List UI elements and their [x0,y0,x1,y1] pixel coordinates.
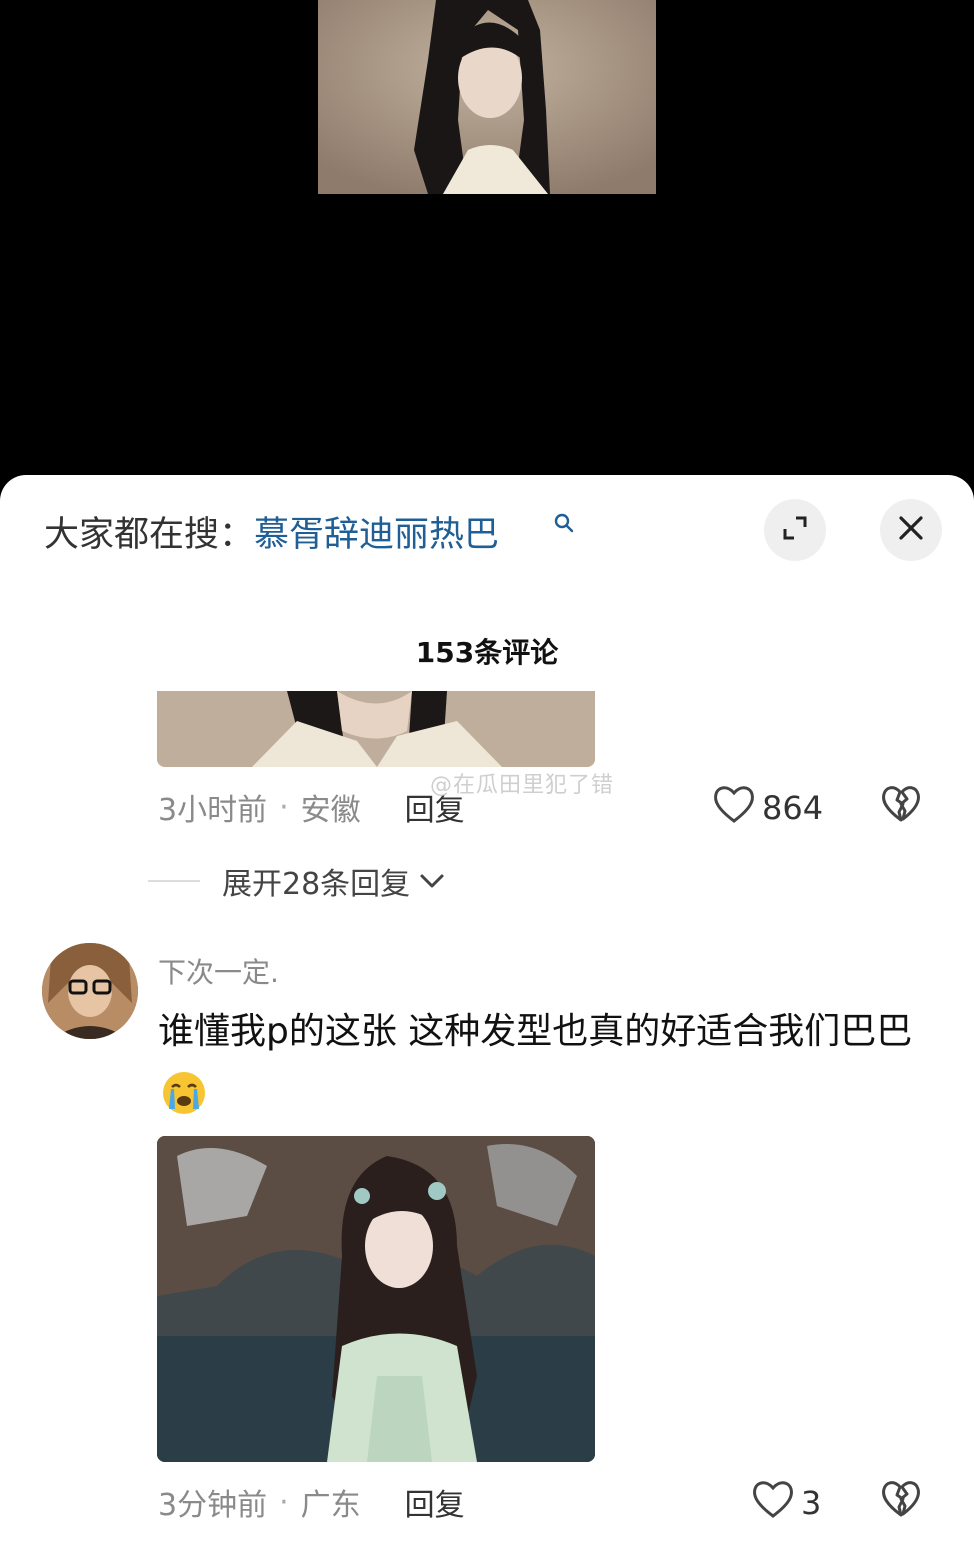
comment-time: 3分钟前 [158,1488,268,1523]
comment-sheet: 大家都在搜： 慕胥辞迪丽热巴 153条评论 3小时前 · 安徽 回复 @在瓜田里… [0,475,974,1554]
watermark-text: @在瓜田里犯了错 [430,773,615,798]
expand-icon [780,513,810,547]
search-icon[interactable] [553,512,577,536]
divider-line [148,880,200,882]
crying-emoji-icon [160,1069,208,1117]
like-button[interactable]: 3 [751,1478,821,1528]
video-thumbnail [318,0,656,194]
comment-time: 3小时前 [158,793,268,828]
reply-button[interactable]: 回复 [405,1480,465,1524]
comment-meta: 3小时前 · 安徽 回复 [158,785,465,829]
comment-image[interactable] [157,691,595,767]
video-player[interactable] [0,0,974,480]
comment-text: 谁懂我p的这张 这种发型也真的好适合我们巴巴 [158,999,948,1131]
heart-icon [751,1478,801,1528]
comment-username[interactable]: 下次一定. [158,951,279,991]
separator-dot: · [279,1484,289,1520]
broken-heart-icon[interactable] [880,1478,922,1524]
expand-replies[interactable]: 展开28条回复 [148,859,446,903]
close-button[interactable] [880,499,942,561]
close-icon [898,515,924,545]
separator-dot: · [279,789,289,825]
search-prefix: 大家都在搜： [44,514,255,555]
comment-location: 安徽 [300,793,361,828]
expand-button[interactable] [764,499,826,561]
comment-image[interactable] [157,1136,595,1462]
trending-search[interactable]: 大家都在搜： 慕胥辞迪丽热巴 [44,507,499,555]
like-button[interactable]: 864 [712,783,823,833]
comment-count-title: 153条评论 [415,636,559,669]
like-count: 864 [762,789,824,827]
comment-meta: 3分钟前 · 广东 回复 [158,1480,465,1524]
heart-icon [712,783,762,833]
comment-location: 广东 [300,1488,361,1523]
avatar[interactable] [42,943,138,1039]
comment-body: 谁懂我p的这张 这种发型也真的好适合我们巴巴 [158,1011,913,1052]
broken-heart-icon[interactable] [880,783,922,829]
expand-replies-label: 展开28条回复 [222,867,411,902]
like-count: 3 [801,1484,822,1522]
search-term-link[interactable]: 慕胥辞迪丽热巴 [254,506,499,557]
chevron-down-icon [418,864,446,899]
